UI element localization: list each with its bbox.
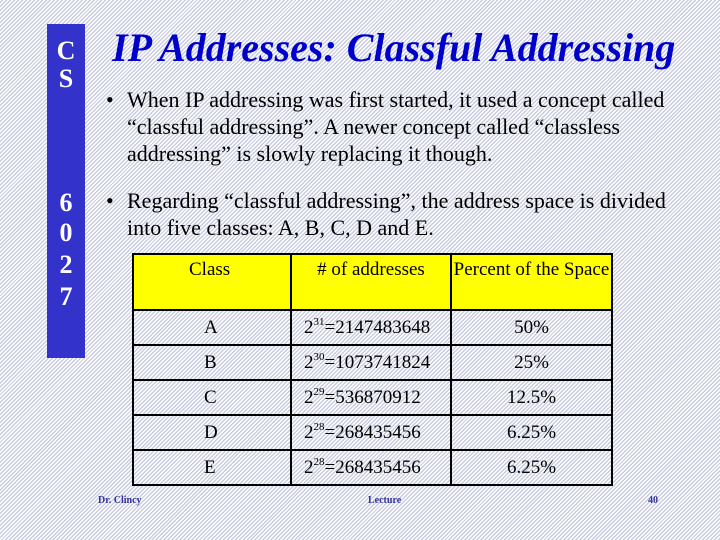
sidebar-char: C (56, 36, 76, 65)
footer-title: Lecture (368, 495, 402, 506)
count: =1073741824 (324, 351, 431, 373)
sidebar-char: 7 (59, 282, 73, 311)
bullet-icon: • (106, 87, 114, 112)
count: =2147483648 (324, 316, 431, 338)
base: 2 (304, 386, 314, 408)
cell-percent: 50% (450, 309, 613, 346)
table-header-row: Class # of addresses Percent of the Spac… (132, 253, 613, 311)
sidebar-char: 0 (59, 218, 73, 247)
count: =268435456 (324, 421, 421, 443)
base: 2 (304, 456, 314, 478)
address-class-table: Class # of addresses Percent of the Spac… (132, 253, 613, 486)
exponent: 28 (313, 420, 325, 433)
cell-addresses: 229=536870912 (290, 379, 452, 416)
bullet-item: • Regarding “classful addressing”, the a… (106, 187, 666, 241)
course-sidebar: C S 6 0 2 7 (47, 24, 85, 358)
cell-percent: 25% (450, 344, 613, 381)
base: 2 (304, 316, 314, 338)
cell-addresses: 228=268435456 (290, 449, 452, 486)
bullet-item: • When IP addressing was first started, … (106, 86, 666, 167)
table-row: A 231=2147483648 50% (132, 309, 613, 346)
base: 2 (304, 351, 314, 373)
cell-addresses: 230=1073741824 (290, 344, 452, 381)
cell-percent: 6.25% (450, 449, 613, 486)
bullet-text: When IP addressing was first started, it… (127, 87, 665, 166)
cell-class: C (132, 379, 292, 416)
table-row: C 229=536870912 12.5% (132, 379, 613, 416)
bullet-icon: • (106, 188, 114, 213)
cell-addresses: 228=268435456 (290, 414, 452, 451)
table-row: B 230=1073741824 25% (132, 344, 613, 381)
footer-author: Dr. Clincy (98, 495, 142, 506)
base: 2 (304, 421, 314, 443)
sidebar-char: 6 (59, 188, 73, 217)
sidebar-char: 2 (59, 250, 73, 279)
count: =536870912 (324, 386, 421, 408)
exponent: 28 (313, 455, 325, 468)
exponent: 30 (313, 350, 325, 363)
cell-percent: 12.5% (450, 379, 613, 416)
cell-class: A (132, 309, 292, 346)
table-row: D 228=268435456 6.25% (132, 414, 613, 451)
sidebar-char: S (58, 64, 74, 93)
page-number: 40 (648, 495, 658, 506)
exponent: 31 (313, 315, 325, 328)
slide-title: IP Addresses: Classful Addressing (112, 25, 676, 70)
cell-addresses: 231=2147483648 (290, 309, 452, 346)
count: =268435456 (324, 456, 421, 478)
cell-percent: 6.25% (450, 414, 613, 451)
cell-class: D (132, 414, 292, 451)
exponent: 29 (313, 385, 325, 398)
header-percent: Percent of the Space (450, 253, 613, 311)
cell-class: E (132, 449, 292, 486)
bullet-text: Regarding “classful addressing”, the add… (127, 188, 666, 240)
cell-class: B (132, 344, 292, 381)
header-class: Class (132, 253, 292, 311)
table-row: E 228=268435456 6.25% (132, 449, 613, 486)
header-addresses: # of addresses (290, 253, 452, 311)
